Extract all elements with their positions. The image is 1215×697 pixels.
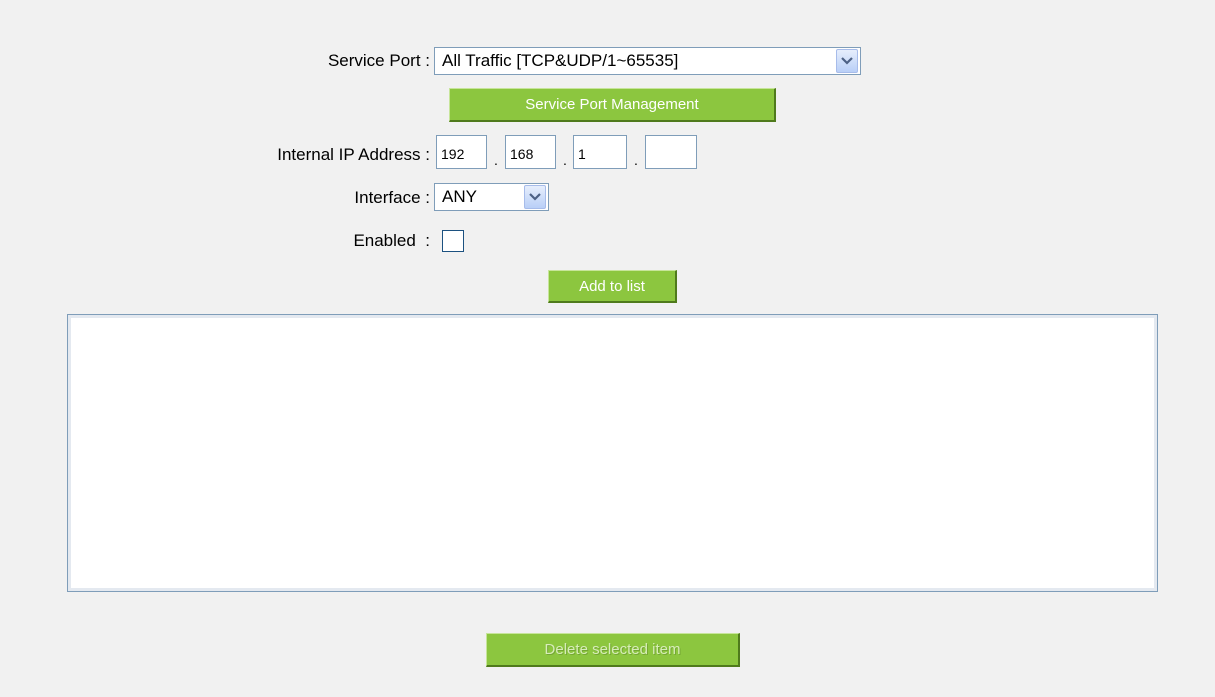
delete-selected-button[interactable]: Delete selected item bbox=[486, 633, 740, 667]
service-port-management-button[interactable]: Service Port Management bbox=[449, 88, 776, 122]
interface-select[interactable]: ANY bbox=[434, 183, 549, 211]
chevron-down-icon[interactable] bbox=[524, 185, 546, 209]
ip-separator: . bbox=[634, 152, 638, 168]
rules-listbox[interactable] bbox=[67, 314, 1158, 592]
service-port-value: All Traffic [TCP&UDP/1~65535] bbox=[442, 51, 679, 70]
interface-value: ANY bbox=[442, 187, 477, 206]
chevron-down-icon[interactable] bbox=[836, 49, 858, 73]
enabled-checkbox[interactable] bbox=[442, 230, 464, 252]
service-port-select[interactable]: All Traffic [TCP&UDP/1~65535] bbox=[434, 47, 861, 75]
ip-octet-3[interactable] bbox=[573, 135, 627, 169]
ip-octet-4[interactable] bbox=[645, 135, 697, 169]
interface-label: Interface : bbox=[354, 188, 430, 207]
add-to-list-button[interactable]: Add to list bbox=[548, 270, 677, 303]
internal-ip-label: Internal IP Address : bbox=[277, 145, 430, 164]
ip-octet-1[interactable] bbox=[436, 135, 487, 169]
ip-separator: . bbox=[494, 152, 498, 168]
service-port-label: Service Port : bbox=[327, 51, 430, 70]
enabled-label: Enabled : bbox=[353, 231, 430, 250]
ip-separator: . bbox=[563, 152, 567, 168]
ip-octet-2[interactable] bbox=[505, 135, 556, 169]
